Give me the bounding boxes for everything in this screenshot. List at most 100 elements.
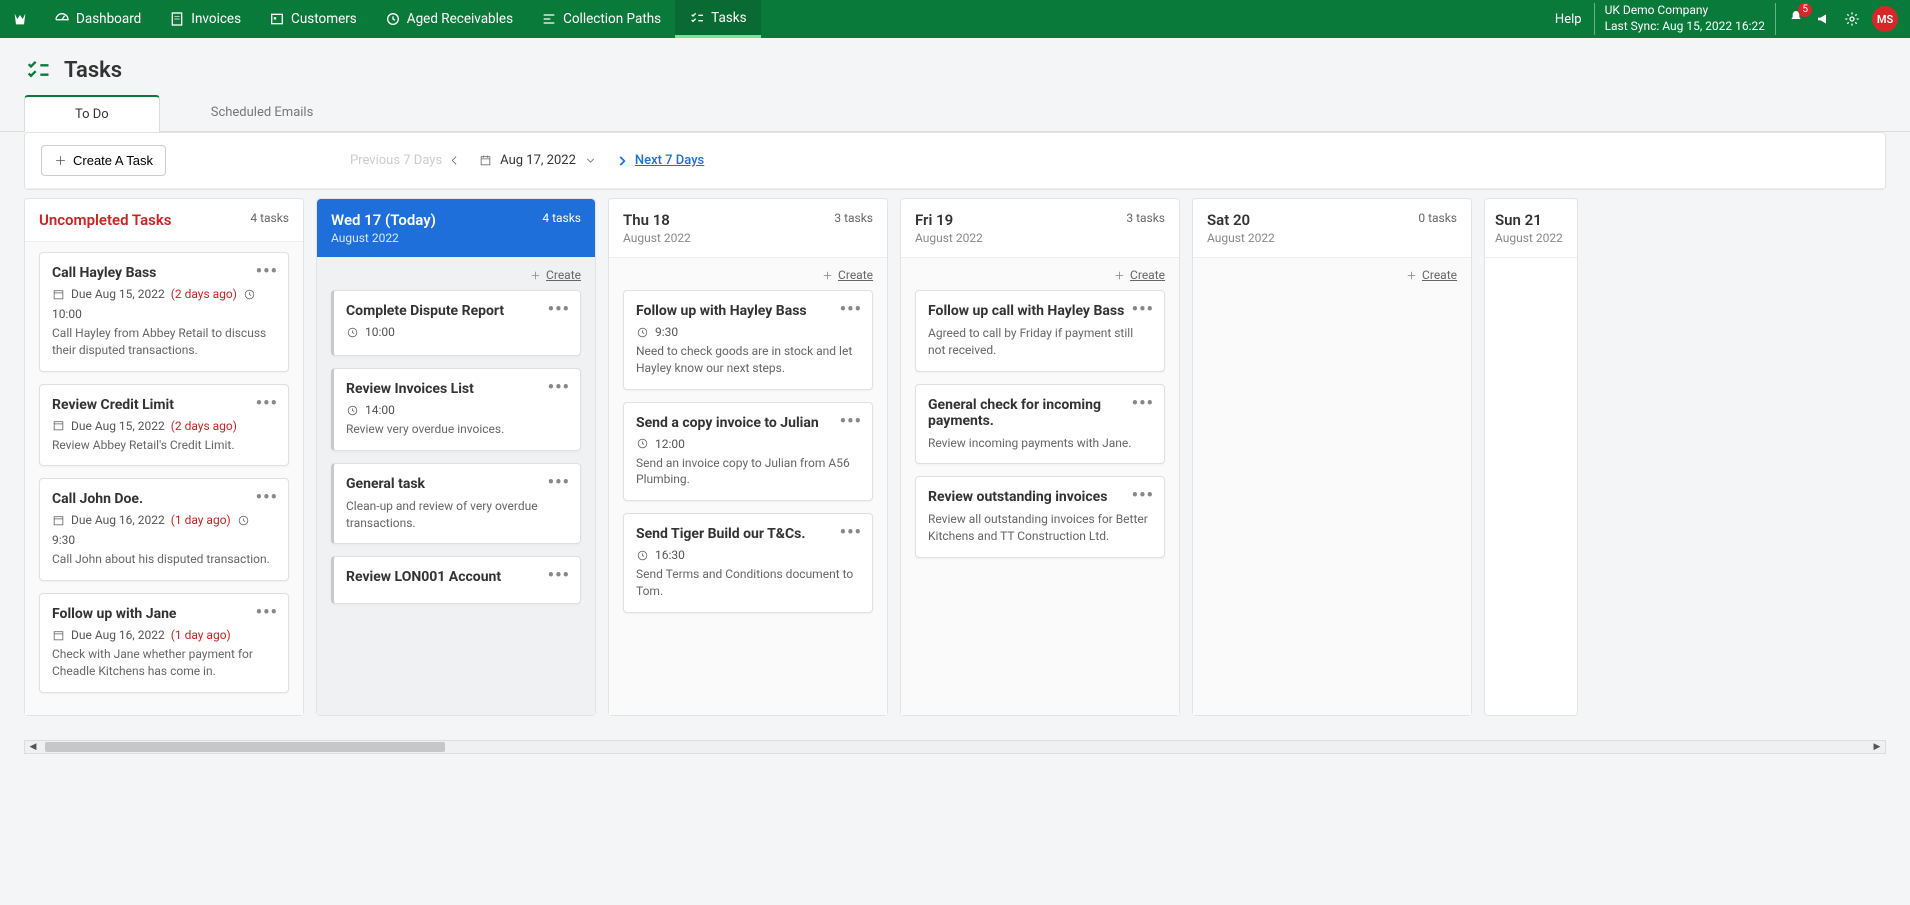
card-menu-icon[interactable]: •••	[256, 604, 278, 622]
nav-collection[interactable]: Collection Paths	[527, 0, 675, 38]
task-card[interactable]: •••Follow up with Hayley Bass9:30Need to…	[623, 290, 873, 390]
notif-count: 5	[1798, 3, 1812, 17]
date-picker[interactable]: Aug 17, 2022	[479, 153, 597, 168]
card-menu-icon[interactable]: •••	[1132, 487, 1154, 505]
tab-scheduled[interactable]: Scheduled Emails	[160, 94, 365, 131]
nav-items: Dashboard Invoices Customers Aged Receiv…	[40, 0, 761, 38]
tasks-icon	[689, 10, 705, 26]
company-block[interactable]: UK Demo Company Last Sync: Aug 15, 2022 …	[1594, 3, 1776, 34]
avatar[interactable]: MS	[1872, 6, 1898, 32]
nav-label: Collection Paths	[563, 11, 661, 27]
scroll-right-arrow[interactable]: ▶	[1869, 741, 1885, 753]
day-column: Thu 18August 20223 tasksCreate•••Follow …	[608, 198, 888, 716]
task-card[interactable]: •••Review Credit LimitDue Aug 15, 2022 (…	[39, 384, 289, 467]
task-card[interactable]: •••Review Invoices List14:00Review very …	[331, 368, 581, 451]
nav-label: Invoices	[191, 11, 241, 27]
card-title: Follow up with Hayley Bass	[636, 303, 860, 319]
due-row: 14:00	[346, 403, 568, 417]
day-column: Uncompleted Tasks4 tasks•••Call Hayley B…	[24, 198, 304, 716]
card-desc: Clean-up and review of very overdue tran…	[346, 498, 568, 532]
card-title: Review outstanding invoices	[928, 489, 1152, 505]
create-link[interactable]: Create	[331, 268, 581, 282]
task-card[interactable]: •••Follow up with JaneDue Aug 16, 2022 (…	[39, 593, 289, 693]
nav-customers[interactable]: Customers	[255, 0, 371, 38]
day-month: August 2022	[623, 231, 691, 245]
task-card[interactable]: •••Send a copy invoice to Julian12:00Sen…	[623, 402, 873, 502]
due-row: Due Aug 15, 2022 (2 days ago)	[52, 419, 276, 433]
day-name: Wed 17 (Today)	[331, 211, 436, 229]
create-task-button[interactable]: Create A Task	[41, 145, 166, 176]
sparkle-icon	[1405, 269, 1418, 282]
nav-invoices[interactable]: Invoices	[155, 0, 255, 38]
announce-icon[interactable]	[1816, 11, 1832, 27]
column-body: •••Call Hayley BassDue Aug 15, 2022 (2 d…	[25, 242, 303, 715]
card-desc: Send an invoice copy to Julian from A56 …	[636, 455, 860, 489]
clock-icon	[636, 437, 649, 450]
scroll-thumb[interactable]	[45, 742, 445, 752]
scroll-left-arrow[interactable]: ◀	[25, 741, 41, 753]
card-menu-icon[interactable]: •••	[1132, 301, 1154, 319]
card-menu-icon[interactable]: •••	[840, 524, 862, 542]
card-title: General check for incoming payments.	[928, 397, 1152, 429]
path-icon	[541, 11, 557, 27]
task-card[interactable]: •••Call John Doe.Due Aug 16, 2022 (1 day…	[39, 478, 289, 581]
task-card[interactable]: •••Send Tiger Build our T&Cs.16:30Send T…	[623, 513, 873, 613]
card-menu-icon[interactable]: •••	[548, 567, 570, 585]
selected-date: Aug 17, 2022	[500, 153, 576, 168]
card-menu-icon[interactable]: •••	[548, 301, 570, 319]
card-menu-icon[interactable]: •••	[840, 413, 862, 431]
wolf-icon	[12, 11, 28, 27]
sparkle-icon	[821, 269, 834, 282]
due-row: Due Aug 15, 2022 (2 days ago)10:00	[52, 287, 276, 321]
next-7-days[interactable]: Next 7 Days	[615, 153, 704, 168]
create-link[interactable]: Create	[1207, 268, 1457, 282]
due-row: 12:00	[636, 437, 860, 451]
due-row: Due Aug 16, 2022 (1 day ago)	[52, 628, 276, 642]
nav-label: Dashboard	[76, 11, 141, 27]
nav-dashboard[interactable]: Dashboard	[40, 0, 155, 38]
card-desc: Agreed to call by Friday if payment stil…	[928, 325, 1152, 359]
task-card[interactable]: •••General taskClean-up and review of ve…	[331, 463, 581, 545]
card-title: Call Hayley Bass	[52, 265, 276, 281]
task-card[interactable]: •••General check for incoming payments.R…	[915, 384, 1165, 465]
card-menu-icon[interactable]: •••	[256, 395, 278, 413]
task-card[interactable]: •••Review outstanding invoicesReview all…	[915, 476, 1165, 558]
task-card[interactable]: •••Call Hayley Bass Due Aug 15, 2022 (2 d…	[39, 252, 289, 372]
card-menu-icon[interactable]: •••	[256, 263, 278, 281]
day-month: August 2022	[1495, 231, 1563, 245]
create-link[interactable]: Create	[915, 268, 1165, 282]
company-name: UK Demo Company	[1605, 3, 1765, 19]
card-menu-icon[interactable]: •••	[548, 379, 570, 397]
card-desc: Review Abbey Retail's Credit Limit.	[52, 437, 276, 454]
task-card[interactable]: •••Complete Dispute Report10:00	[331, 290, 581, 356]
tabs: To Do Scheduled Emails	[0, 94, 1910, 132]
task-card[interactable]: •••Review LON001 Account	[331, 556, 581, 604]
app-logo[interactable]	[0, 0, 40, 38]
sparkle-icon	[1113, 269, 1126, 282]
create-link[interactable]: Create	[623, 268, 873, 282]
page-title: Tasks	[64, 58, 122, 83]
gear-icon[interactable]	[1844, 11, 1860, 27]
card-menu-icon[interactable]: •••	[256, 489, 278, 507]
task-count: 4 tasks	[542, 211, 581, 225]
column-body: Create•••Complete Dispute Report10:00•••…	[317, 258, 595, 715]
nav-tasks[interactable]: Tasks	[675, 0, 760, 38]
calendar-icon	[479, 154, 492, 167]
day-month: August 2022	[331, 231, 436, 245]
day-name: Sat 20	[1207, 211, 1275, 229]
day-column: Wed 17 (Today) August 2022 4 tasks Create ••…	[316, 198, 596, 716]
due-row: Due Aug 16, 2022 (1 day ago)9:30	[52, 513, 276, 547]
nav-aged[interactable]: Aged Receivables	[371, 0, 527, 38]
card-menu-icon[interactable]: •••	[840, 301, 862, 319]
tab-todo[interactable]: To Do	[24, 95, 160, 132]
help-link[interactable]: Help	[1555, 12, 1582, 27]
horizontal-scrollbar[interactable]: ◀ ▶	[24, 740, 1886, 754]
task-card[interactable]: •••Follow up call with Hayley BassAgreed…	[915, 290, 1165, 372]
card-menu-icon[interactable]: •••	[548, 474, 570, 492]
card-menu-icon[interactable]: •••	[1132, 395, 1154, 413]
calendar-icon	[52, 514, 65, 527]
nav-label: Tasks	[711, 10, 746, 26]
notifications-bell[interactable]: 5	[1788, 9, 1804, 29]
column-header: Fri 19August 20223 tasks	[901, 199, 1179, 258]
chevron-left-icon	[448, 154, 461, 167]
